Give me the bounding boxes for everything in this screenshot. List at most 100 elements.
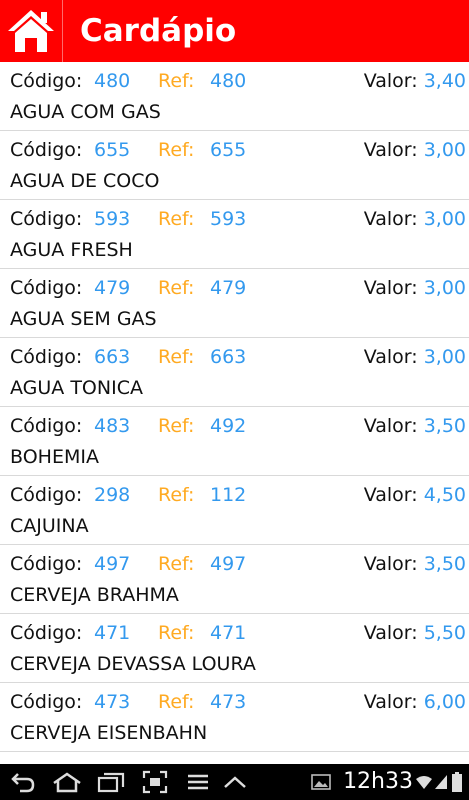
home-button[interactable]: [0, 0, 62, 62]
item-name: AGUA DE COCO: [10, 170, 160, 192]
item-info-row: Código: 497 Ref: 497 Valor: 3,50: [10, 551, 466, 577]
valor-value: 3,40: [423, 70, 466, 92]
list-item[interactable]: Código: 497 Ref: 497 Valor: 3,50 CERVEJA BRAH…: [0, 545, 469, 614]
home-nav-icon: [53, 772, 81, 793]
wifi-status: [415, 768, 433, 796]
valor-value: 3,00: [423, 277, 466, 299]
item-name: CERVEJA BRAHMA: [10, 584, 179, 606]
codigo-value: 298: [94, 484, 131, 506]
gallery-icon: [311, 774, 331, 790]
codigo-label: Código:: [10, 622, 83, 644]
valor-group: Valor: 3,40: [364, 68, 466, 94]
valor-value: 3,00: [423, 139, 466, 161]
valor-group: Valor: 6,00: [364, 689, 466, 715]
valor-value: 3,50: [423, 553, 466, 575]
valor-label: Valor:: [363, 277, 418, 299]
wifi-icon: [416, 776, 432, 789]
valor-group: Valor: 3,00: [364, 206, 466, 232]
valor-group: Valor: 5,50: [364, 620, 466, 646]
list-item[interactable]: Código: 473 Ref: 473 Valor: 6,00 CERVEJA EISE…: [0, 683, 469, 752]
item-info-row: Código: 480 Ref: 480 Valor: 3,40: [10, 68, 466, 94]
valor-group: Valor: 3,50: [364, 413, 466, 439]
valor-label: Valor:: [363, 691, 418, 713]
menu-button[interactable]: [184, 768, 212, 796]
item-name: AGUA COM GAS: [10, 101, 161, 123]
ref-label: Ref:: [158, 139, 195, 161]
codigo-label: Código:: [10, 415, 83, 437]
recent-apps-button[interactable]: [96, 768, 128, 796]
ref-label: Ref:: [158, 691, 195, 713]
valor-group: Valor: 3,00: [364, 275, 466, 301]
page-title: Cardápio: [80, 13, 237, 49]
battery-status: [450, 768, 464, 796]
valor-label: Valor:: [363, 139, 418, 161]
codigo-value: 479: [94, 277, 131, 299]
item-info-row: Código: 663 Ref: 663 Valor: 3,00: [10, 344, 466, 370]
up-chevron-icon: [224, 776, 246, 788]
codigo-value: 480: [94, 70, 131, 92]
list-item[interactable]: Código: 663 Ref: 663 Valor: 3,00 AGUA TONICA: [0, 338, 469, 407]
valor-group: Valor: 3,00: [364, 344, 466, 370]
item-name: CERVEJA DEVASSA LOURA: [10, 653, 256, 675]
item-name: CAJUINA: [10, 515, 89, 537]
codigo-value: 497: [94, 553, 131, 575]
valor-group: Valor: 3,00: [364, 137, 466, 163]
home-icon: [8, 10, 54, 52]
item-info-row: Código: 471 Ref: 471 Valor: 5,50: [10, 620, 466, 646]
list-item[interactable]: Código: 480 Ref: 480 Valor: 3,40 AGUA COM GAS: [0, 62, 469, 131]
item-name: CERVEJA EISENBAHN: [10, 722, 208, 744]
screenshot-button[interactable]: [140, 768, 170, 796]
valor-value: 3,50: [423, 415, 466, 437]
valor-label: Valor:: [363, 208, 418, 230]
ref-label: Ref:: [158, 208, 195, 230]
codigo-value: 483: [94, 415, 131, 437]
list-item[interactable]: Código: 593 Ref: 593 Valor: 3,00 AGUA FRESH: [0, 200, 469, 269]
menu-icon: [188, 774, 208, 790]
valor-label: Valor:: [363, 484, 418, 506]
codigo-value: 663: [94, 346, 131, 368]
valor-group: Valor: 4,50: [364, 482, 466, 508]
codigo-label: Código:: [10, 691, 83, 713]
system-bar: 12h33: [0, 764, 469, 800]
back-icon: [11, 773, 35, 793]
gallery-notification[interactable]: [310, 768, 332, 796]
list-item[interactable]: Código: 655 Ref: 655 Valor: 3,00 AGUA DE COCO: [0, 131, 469, 200]
list-item[interactable]: Código: 483 Ref: 492 Valor: 3,50 BOHEMIA: [0, 407, 469, 476]
codigo-label: Código:: [10, 277, 83, 299]
codigo-value: 471: [94, 622, 131, 644]
codigo-label: Código:: [10, 346, 83, 368]
screenshot-icon: [142, 770, 168, 794]
item-name: AGUA FRESH: [10, 239, 133, 261]
menu-list[interactable]: Código: 480 Ref: 480 Valor: 3,40 AGUA COM GAS…: [0, 62, 469, 764]
item-name: BOHEMIA: [10, 446, 99, 468]
item-name: AGUA TONICA: [10, 377, 143, 399]
valor-group: Valor: 3,50: [364, 551, 466, 577]
codigo-label: Código:: [10, 70, 83, 92]
ref-label: Ref:: [158, 346, 195, 368]
back-button[interactable]: [8, 768, 38, 796]
valor-value: 5,50: [423, 622, 466, 644]
ref-value: 492: [210, 415, 247, 437]
signal-icon: [435, 775, 447, 789]
valor-value: 6,00: [423, 691, 466, 713]
ref-label: Ref:: [158, 622, 195, 644]
battery-icon: [452, 772, 462, 792]
signal-status: [434, 768, 448, 796]
ref-value: 479: [210, 277, 247, 299]
ref-label: Ref:: [158, 415, 195, 437]
ref-label: Ref:: [158, 484, 195, 506]
list-item[interactable]: Código: 471 Ref: 471 Valor: 5,50 CERVEJA DEVA…: [0, 614, 469, 683]
item-info-row: Código: 483 Ref: 492 Valor: 3,50: [10, 413, 466, 439]
keyboard-up-button[interactable]: [222, 768, 248, 796]
item-info-row: Código: 655 Ref: 655 Valor: 3,00: [10, 137, 466, 163]
header-divider: [62, 0, 63, 62]
codigo-label: Código:: [10, 139, 83, 161]
home-nav-button[interactable]: [50, 768, 84, 796]
ref-value: 480: [210, 70, 247, 92]
app-header: Cardápio: [0, 0, 469, 62]
list-item[interactable]: Código: 298 Ref: 112 Valor: 4,50 CAJUINA: [0, 476, 469, 545]
valor-label: Valor:: [363, 415, 418, 437]
list-item[interactable]: Código: 479 Ref: 479 Valor: 3,00 AGUA SEM GAS: [0, 269, 469, 338]
ref-value: 473: [210, 691, 247, 713]
ref-value: 471: [210, 622, 247, 644]
